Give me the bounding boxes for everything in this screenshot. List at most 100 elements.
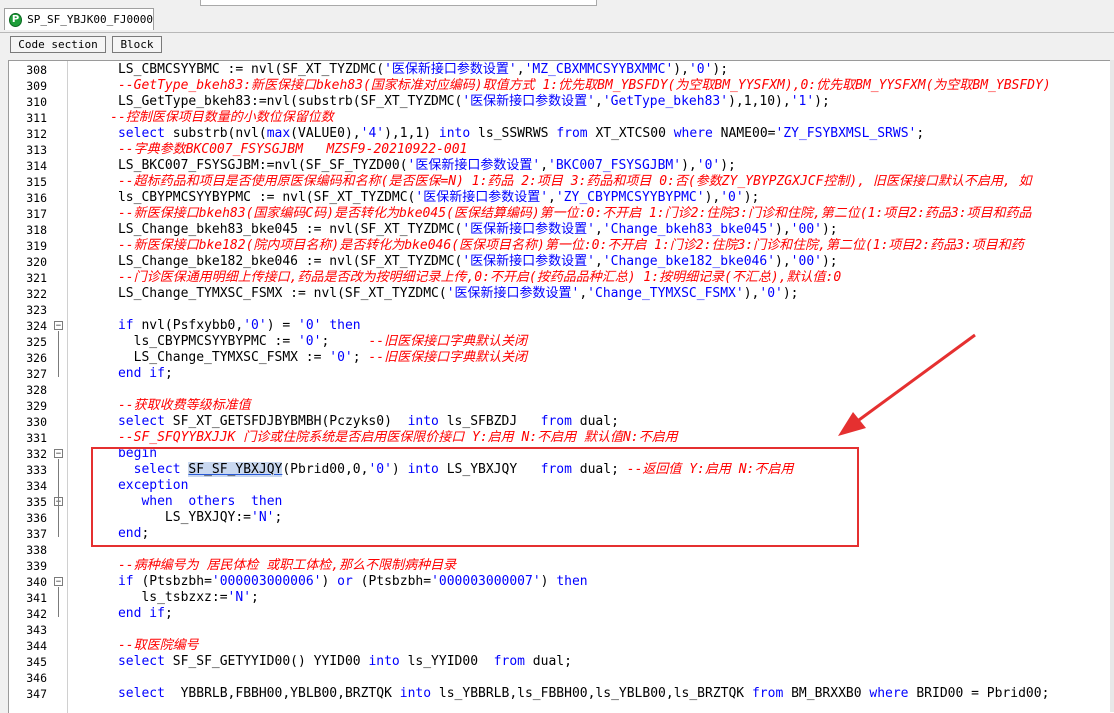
- code-keyword: then: [251, 494, 283, 509]
- code-content: --病种编号为 居民体检 或职工体检,那么不限制病种目录: [71, 558, 456, 574]
- code-line[interactable]: 323: [9, 302, 1114, 318]
- code-line[interactable]: 336 LS_YBXJQY:='N';: [9, 510, 1114, 526]
- code-line[interactable]: 322 LS_Change_TYMXSC_FSMX := nvl(SF_XT_T…: [9, 286, 1114, 302]
- code-line[interactable]: 343: [9, 622, 1114, 638]
- code-text: ;: [321, 334, 369, 349]
- code-line[interactable]: 325 ls_CBYPMCSYYBYPMC := '0'; --旧医保接口字典默…: [9, 334, 1114, 350]
- code-content: --门诊医保通用明细上传接口,药品是否改为按明细记录上传,0:不开启(按药品品种…: [71, 270, 841, 286]
- code-line[interactable]: 329 --获取收费等级标准值: [9, 398, 1114, 414]
- code-text: ls_tsbzxz:=: [71, 590, 228, 605]
- line-number: 328: [26, 383, 47, 397]
- code-keyword: where: [869, 686, 909, 701]
- code-line[interactable]: 338: [9, 542, 1114, 558]
- fold-guide-line: [58, 507, 59, 521]
- code-line[interactable]: 333 select SF_SF_YBXJQY(Pbrid00,0,'0') i…: [9, 462, 1114, 478]
- fold-toggle-icon[interactable]: −: [54, 577, 63, 587]
- code-line[interactable]: 335− when others then: [9, 494, 1114, 510]
- code-line[interactable]: 321 --门诊医保通用明细上传接口,药品是否改为按明细记录上传,0:不开启(按…: [9, 270, 1114, 286]
- fold-toggle-icon[interactable]: −: [54, 321, 63, 331]
- line-number: 337: [26, 527, 47, 541]
- vertical-scrollbar[interactable]: [1110, 60, 1114, 712]
- block-button[interactable]: Block: [112, 36, 162, 53]
- line-number: 330: [26, 415, 47, 429]
- code-text: NAME00=: [712, 126, 776, 141]
- code-keyword: end if: [117, 606, 165, 621]
- code-keyword: into: [368, 654, 400, 669]
- code-line[interactable]: 320 LS_Change_bke182_bke046 := nvl(SF_XT…: [9, 254, 1114, 270]
- code-keyword: select: [117, 414, 165, 429]
- code-string: 'ZY_CBYPMCSYYBYPMC': [555, 190, 705, 205]
- code-keyword: select: [117, 654, 165, 669]
- code-line[interactable]: 344 --取医院编号: [9, 638, 1114, 654]
- code-line[interactable]: 318 LS_Change_bkeh83_bke045 := nvl(SF_XT…: [9, 222, 1114, 238]
- code-keyword: from: [556, 126, 588, 141]
- code-text: (Ptsbzbh=: [133, 574, 212, 589]
- line-number: 308: [26, 63, 47, 77]
- code-editor[interactable]: 308 LS_CBMCSYYBMC := nvl(SF_XT_TYZDMC( '医…: [8, 60, 1114, 713]
- code-keyword: then: [329, 318, 361, 333]
- code-string: '0': [298, 318, 322, 333]
- code-content: --超标药品和项目是否使用原医保编码和名称(是否医保=N) 1:药品 2:项目 …: [71, 174, 1032, 190]
- code-line[interactable]: 315 --超标药品和项目是否使用原医保编码和名称(是否医保=N) 1:药品 2…: [9, 174, 1114, 190]
- code-line[interactable]: 311 --控制医保项目数量的小数位保留位数: [9, 110, 1114, 126]
- code-string: '0': [759, 286, 783, 301]
- code-line[interactable]: 334 exception: [9, 478, 1114, 494]
- code-line[interactable]: 326 LS_Change_TYMXSC_FSMX := '0'; --旧医保接…: [9, 350, 1114, 366]
- code-line[interactable]: 308 LS_CBMCSYYBMC := nvl(SF_XT_TYZDMC('医…: [9, 62, 1114, 78]
- code-line[interactable]: 339 --病种编号为 居民体检 或职工体检,那么不限制病种目录: [9, 558, 1114, 574]
- code-line[interactable]: 341 ls_tsbzxz:='N';: [9, 590, 1114, 606]
- code-text: dual;: [571, 462, 627, 477]
- code-line[interactable]: 319 --新医保接口bke182(院内项目名称)是否转化为bke046(医保项…: [9, 238, 1114, 254]
- code-keyword: max: [266, 126, 291, 141]
- code-line[interactable]: 310 LS_GetType_bkeh83:=nvl(substrb(SF_XT…: [9, 94, 1114, 110]
- code-line[interactable]: 337 end;: [9, 526, 1114, 542]
- code-line[interactable]: 309 --GetType_bkeh83:新医保接口bkeh83(国家标准对应编…: [9, 78, 1114, 94]
- code-line[interactable]: 345 select SF_SF_GETYYID00() YYID00 into…: [9, 654, 1114, 670]
- code-string: '0': [243, 318, 267, 333]
- code-line[interactable]: 331 --SF_SFQYYBXJJK 门诊或住院系统是否启用医保限价接口 Y:…: [9, 430, 1114, 446]
- code-string: 'Change_bke182_bke046': [602, 254, 776, 269]
- code-line[interactable]: 313 --字典参数BKC007_FSYSGJBM MZSF9-20210922…: [9, 142, 1114, 158]
- code-line[interactable]: 342 end if;: [9, 606, 1114, 622]
- code-line[interactable]: 316 ls_CBYPMCSYYBYPMC := nvl(SF_XT_TYZDM…: [9, 190, 1114, 206]
- code-line[interactable]: 314 LS_BKC007_FSYSGJBM:=nvl(SF_SF_TYZD00…: [9, 158, 1114, 174]
- code-content: select SF_XT_GETSFDJBYBMBH(Pczyks0) into…: [71, 414, 619, 430]
- code-line[interactable]: 347 select YBBRLB,FBBH00,YBLB00,BRZTQK i…: [9, 686, 1114, 702]
- code-comment: --新医保接口bke182(院内项目名称)是否转化为bke046(医保项目名称)…: [117, 238, 1024, 253]
- code-section-button[interactable]: Code section: [10, 36, 106, 53]
- code-text: ,: [548, 190, 556, 205]
- line-number: 341: [26, 591, 47, 605]
- code-text: );: [712, 62, 729, 77]
- code-line[interactable]: 324− if nvl(Psfxybb0,'0') = '0' then: [9, 318, 1114, 334]
- code-text: ) =: [266, 318, 298, 333]
- code-line[interactable]: 340− if (Ptsbzbh='000003000006') or (Pts…: [9, 574, 1114, 590]
- code-text: BRID00 = Pbrid00;: [908, 686, 1050, 701]
- line-number: 309: [26, 79, 47, 93]
- code-line[interactable]: 346: [9, 670, 1114, 686]
- document-tab[interactable]: P SP_SF_YBJK00_FJ0000: [4, 8, 154, 30]
- code-line[interactable]: 327 end if;: [9, 366, 1114, 382]
- line-number: 311: [26, 111, 47, 125]
- code-text: ;: [164, 366, 173, 381]
- code-text: nvl(Psfxybb0,: [133, 318, 244, 333]
- fold-toggle-icon[interactable]: −: [54, 449, 63, 459]
- code-text: SF_XT_GETSFDJBYBMBH(Pczyks0): [164, 414, 408, 429]
- code-line[interactable]: 328: [9, 382, 1114, 398]
- code-text: );: [821, 222, 838, 237]
- code-string: '医保新接口参数设置': [415, 190, 549, 205]
- code-text: LS_BKC007_FSYSGJBM:=nvl(SF_SF_TYZD00(: [71, 158, 408, 173]
- code-line[interactable]: 330 select SF_XT_GETSFDJBYBMBH(Pczyks0) …: [9, 414, 1114, 430]
- code-line[interactable]: 312 select substrb(nvl(max(VALUE0),'4'),…: [9, 126, 1114, 142]
- line-number: 334: [26, 479, 47, 493]
- code-line[interactable]: 317 --新医保接口bkeh83(国家编码C码)是否转化为bke045(医保结…: [9, 206, 1114, 222]
- code-text: LS_CBMCSYYBMC := nvl(SF_XT_TYZDMC(: [71, 62, 385, 77]
- code-text: dual;: [571, 414, 619, 429]
- code-line[interactable]: 332− begin: [9, 446, 1114, 462]
- line-number: 335: [26, 495, 47, 509]
- line-number: 329: [26, 399, 47, 413]
